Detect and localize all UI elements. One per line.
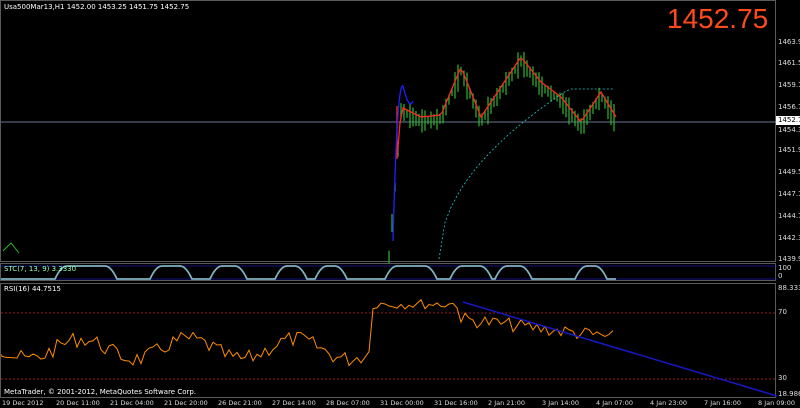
copyright-footer: MetaTrader, © 2001-2012, MetaQuotes Soft… <box>4 388 197 396</box>
rsi-indicator-pane[interactable]: RSI(16) 44.7515 MetaTrader, © 2001-2012,… <box>0 283 777 399</box>
time-axis-tick: 27 Dec 14:00 <box>272 399 316 407</box>
price-axis-tick: 1447.18 <box>778 190 800 198</box>
stc-level-100: 100 <box>778 264 792 272</box>
price-axis-tick: 1444.78 <box>778 212 800 220</box>
chart-title: Usa500Mar13,H1 1452.00 1453.25 1451.75 1… <box>4 3 190 11</box>
time-axis-tick: 21 Dec 20:00 <box>164 399 208 407</box>
price-axis-tick: 1459.13 <box>778 81 800 89</box>
time-axis-tick: 28 Dec 07:00 <box>326 399 370 407</box>
rsi-axis-70: 70 <box>778 308 787 316</box>
rsi-chart[interactable] <box>1 284 777 399</box>
stc-chart[interactable] <box>1 264 777 282</box>
rsi-label: RSI(16) 44.7515 <box>4 285 61 293</box>
stc-label: STC(7, 13, 9) 3.3330 <box>4 265 77 273</box>
rsi-line <box>1 298 614 367</box>
price-axis-tick: 1439.98 <box>778 255 800 263</box>
price-axis-tick: 1451.90 <box>778 146 800 154</box>
price-axis-tick: 1456.78 <box>778 103 800 111</box>
stc-indicator-pane[interactable]: STC(7, 13, 9) 3.3330 <box>0 263 777 282</box>
time-axis-tick: 8 Jan 09:00 <box>758 399 796 407</box>
trend-line <box>462 301 777 397</box>
price-axis-tick: 1454.38 <box>778 126 800 134</box>
time-axis-tick: 19 Dec 2012 <box>2 399 44 407</box>
price-chart-pane[interactable]: Usa500Mar13,H1 1452.00 1453.25 1451.75 1… <box>0 0 777 263</box>
time-axis-tick: 21 Dec 04:00 <box>110 399 154 407</box>
stc-line <box>1 265 616 280</box>
time-axis-tick: 26 Dec 21:00 <box>218 399 262 407</box>
time-axis-tick: 2 Jan 21:00 <box>488 399 526 407</box>
time-axis-tick: 20 Dec 11:00 <box>56 399 100 407</box>
rsi-axis-max: 88.3336 <box>778 284 800 292</box>
rsi-axis-min: 18.9866 <box>778 390 800 398</box>
price-chart[interactable] <box>1 1 777 263</box>
time-axis: 19 Dec 2012 20 Dec 11:00 21 Dec 04:00 21 De… <box>0 399 795 408</box>
rsi-axis-30: 30 <box>778 374 787 382</box>
price-bar <box>2 242 20 254</box>
current-price-marker: 1452.75 <box>776 116 800 125</box>
time-axis-tick: 4 Jan 23:00 <box>650 399 688 407</box>
time-axis-tick: 31 Dec 16:00 <box>434 399 478 407</box>
time-axis-tick: 3 Jan 14:00 <box>542 399 580 407</box>
big-price-display: 1452.75 <box>667 3 769 34</box>
time-axis-tick: 7 Jan 16:00 <box>704 399 742 407</box>
time-axis-tick: 31 Dec 00:00 <box>380 399 424 407</box>
stc-level-0: 0 <box>778 272 783 280</box>
price-axis-tick: 1463.93 <box>778 38 800 46</box>
time-axis-tick: 4 Jan 07:00 <box>596 399 634 407</box>
price-axis-tick: 1442.38 <box>778 234 800 242</box>
price-axis-tick: 1461.53 <box>778 59 800 67</box>
price-axis-tick: 1449.56 <box>778 168 800 176</box>
